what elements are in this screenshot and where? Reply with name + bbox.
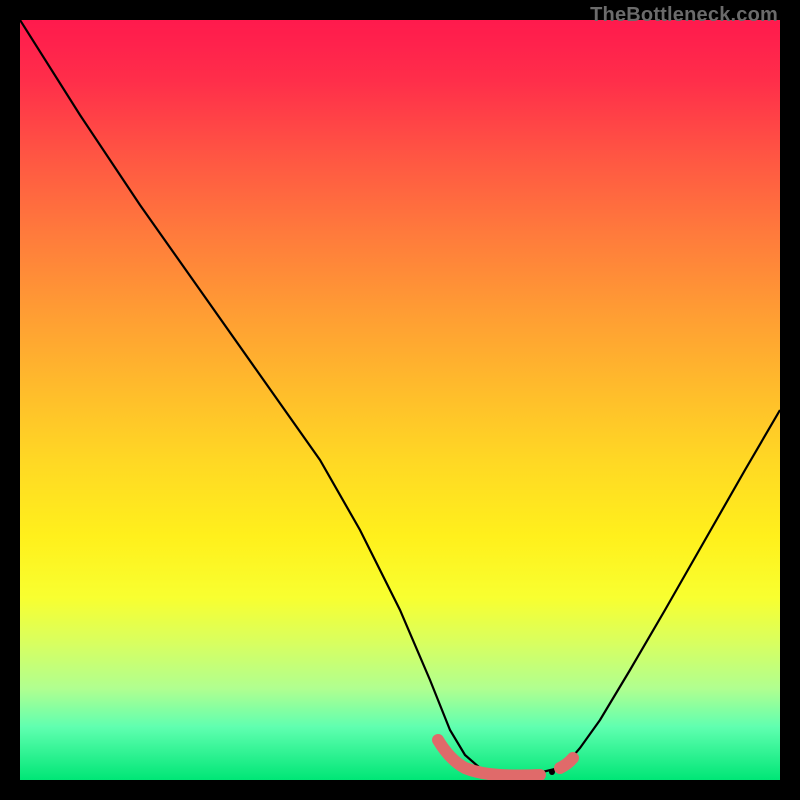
accent-floor-left — [438, 740, 540, 776]
accent-gap-dot — [549, 769, 555, 775]
accent-floor-right — [560, 758, 573, 768]
watermark-text: TheBottleneck.com — [590, 4, 778, 27]
curve-path — [20, 20, 780, 774]
bottleneck-curve — [20, 20, 780, 780]
plot-area — [20, 20, 780, 780]
chart-canvas: TheBottleneck.com — [0, 0, 800, 800]
